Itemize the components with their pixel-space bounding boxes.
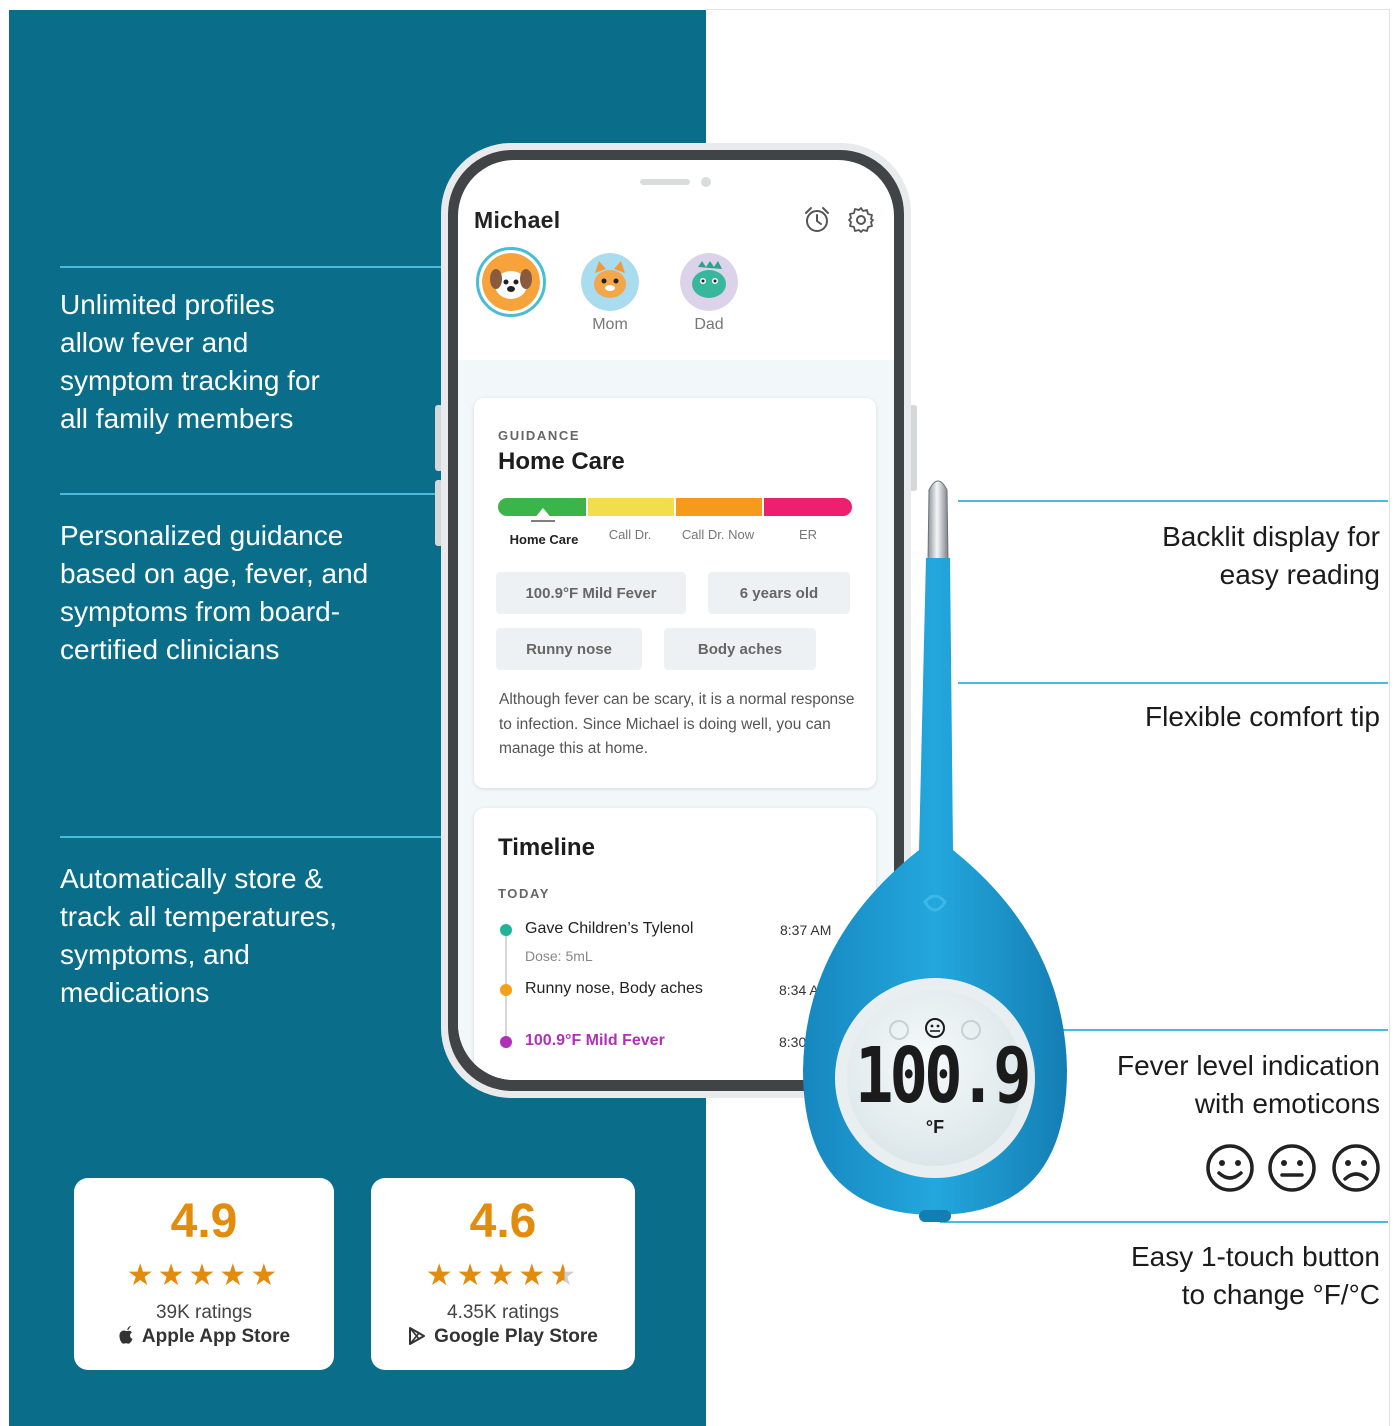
callout-rule-3: [60, 836, 474, 838]
guidance-eyebrow: GUIDANCE: [498, 428, 581, 443]
timeline-event-fever[interactable]: 100.9°F Mild Fever: [525, 1032, 665, 1050]
google-store-name: Google Play Store: [434, 1326, 598, 1347]
google-play-icon: [409, 1327, 426, 1345]
timeline-dot-fever: [500, 1036, 512, 1048]
callout-rule-1: [60, 266, 474, 268]
frame-top-border: [706, 9, 1390, 10]
google-rating-stars: ★★★★: [425, 1259, 550, 1292]
apple-store-name: Apple App Store: [141, 1326, 291, 1347]
band-label-home-care: Home Care: [509, 532, 579, 547]
google-rating-card: 4.6 ★★★★★ 4.35K ratings Google Play Stor…: [371, 1178, 635, 1370]
profile-name: Michael: [474, 207, 561, 233]
profile-label-mom: Mom: [592, 316, 628, 333]
callout-profiles: Unlimited profiles allow fever and sympt…: [60, 289, 320, 434]
apple-store-label: Apple App Store: [74, 1326, 334, 1348]
dino-avatar-icon[interactable]: [680, 253, 738, 311]
callout-backlit: Backlit display for easy reading: [1162, 521, 1380, 590]
phone-speaker: [640, 179, 690, 185]
apple-rating-card: 4.9 ★★★★★ 39K ratings Apple App Store: [74, 1178, 334, 1370]
callout-fever-level: Fever level indication with emoticons: [1116, 1050, 1380, 1119]
callout-tip: Flexible comfort tip: [1145, 701, 1380, 732]
chip-temperature: 100.9°F Mild Fever: [496, 572, 686, 614]
google-rating-score: 4.6: [469, 1195, 537, 1248]
thermometer-unit: °F: [925, 1117, 945, 1137]
band-label-call-dr: Call Dr.: [608, 527, 652, 542]
alarm-clock-icon[interactable]: [802, 205, 832, 235]
thermometer-reading: 100.9: [855, 1032, 1032, 1122]
callout-tracking: Automatically store & track all temperat…: [60, 863, 337, 1008]
dog-avatar-icon[interactable]: [482, 253, 540, 311]
apple-rating-score: 4.9: [170, 1195, 238, 1248]
google-store-label: Google Play Store: [371, 1326, 635, 1348]
chip-symptom-runny-nose: Runny nose: [496, 628, 642, 670]
scale-segment-call-dr: [588, 498, 674, 516]
cat-avatar-icon[interactable]: [581, 253, 639, 311]
guidance-title: Home Care: [498, 448, 625, 475]
gear-icon[interactable]: [846, 205, 876, 235]
chip-symptom-body-aches: Body aches: [664, 628, 816, 670]
google-rating-stars-row: ★★★★★: [371, 1258, 635, 1293]
google-rating-count: 4.35K ratings: [447, 1302, 559, 1323]
phone-camera: [701, 177, 711, 187]
half-star-icon: ★: [549, 1259, 581, 1292]
scale-segment-call-dr-now: [676, 498, 762, 516]
timeline-event-medication[interactable]: Gave Children’s Tylenol: [525, 920, 693, 938]
profile-label-dad: Dad: [694, 316, 724, 333]
apple-icon: [119, 1326, 133, 1344]
apple-rating-stars: ★★★★★: [126, 1259, 282, 1292]
apple-rating-count: 39K ratings: [155, 1302, 253, 1323]
callout-guidance: Personalized guidance based on age, feve…: [60, 520, 369, 665]
timeline-event-medication-dose: Dose: 5mL: [525, 948, 593, 964]
scale-indicator-arrow: [531, 508, 555, 522]
callout-rule-2: [60, 493, 474, 495]
band-label-call-dr-now: Call Dr. Now: [681, 527, 755, 542]
happy-face-icon: [1206, 1144, 1254, 1192]
timeline-eyebrow: TODAY: [498, 886, 551, 901]
neutral-face-icon: [1268, 1144, 1316, 1192]
timeline-dot-symptoms: [500, 984, 512, 996]
timeline-title: Timeline: [498, 834, 595, 861]
frame-right-border: [1389, 9, 1390, 1426]
timeline-dot-medication: [500, 924, 512, 936]
timeline-event-symptoms[interactable]: Runny nose, Body aches: [525, 980, 703, 998]
sad-face-icon: [1332, 1144, 1380, 1192]
callout-button: Easy 1-touch button to change °F/°C: [1130, 1241, 1380, 1310]
